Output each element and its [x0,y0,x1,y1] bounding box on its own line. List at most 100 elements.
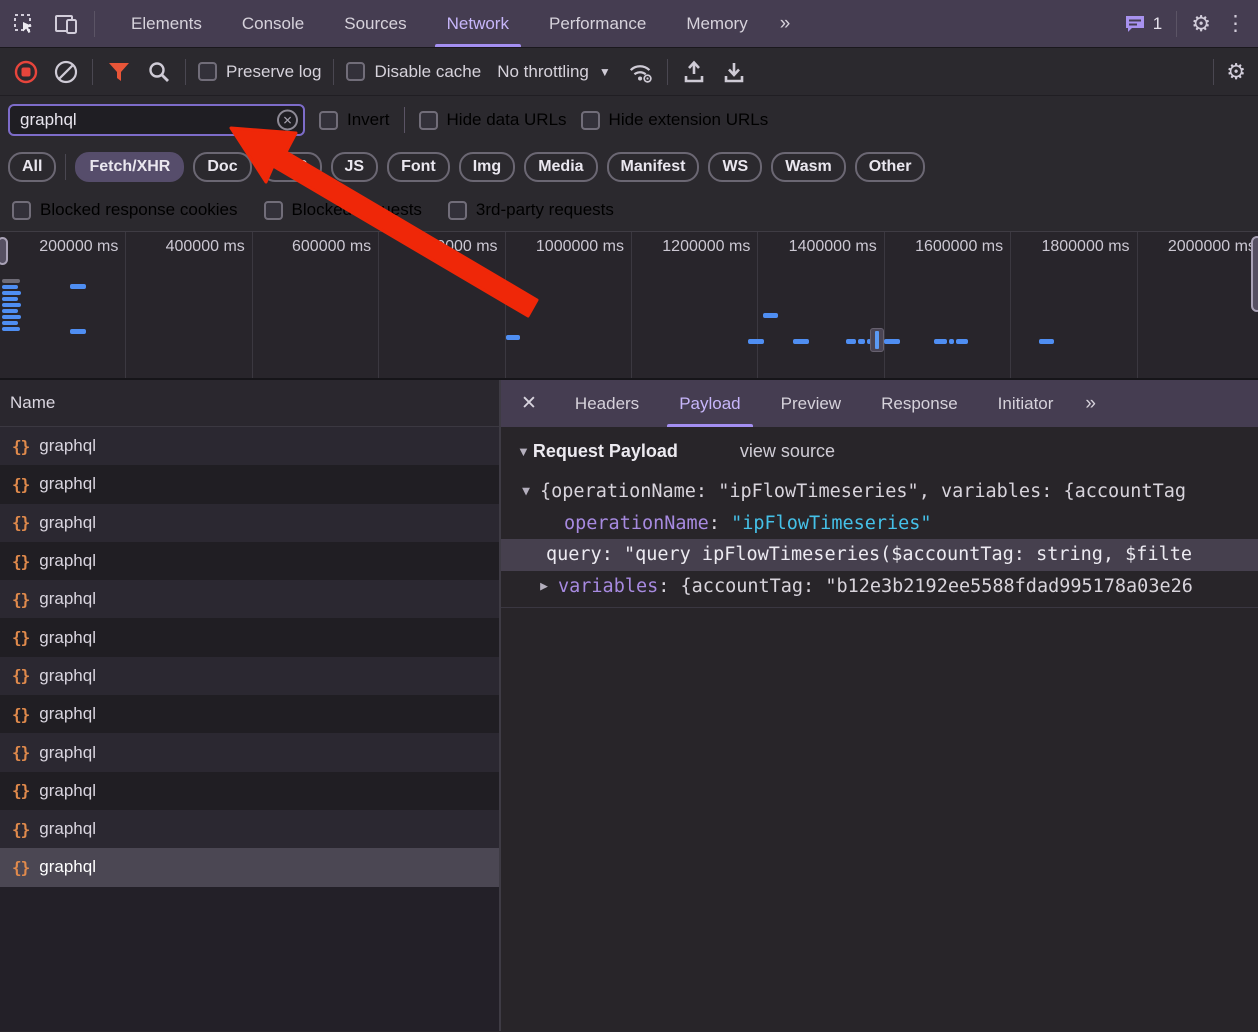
collapse-triangle-icon[interactable]: ▼ [517,444,530,459]
type-chip-manifest[interactable]: Manifest [607,152,700,182]
tab-performance[interactable]: Performance [529,0,666,47]
payload-preview-line[interactable]: ▼ {operationName: "ipFlowTimeseries", va… [501,476,1258,508]
detail-tab-response[interactable]: Response [861,380,978,427]
blocked-response-cookies-label: Blocked response cookies [40,200,238,220]
request-row[interactable]: {}graphql [0,810,499,848]
request-row[interactable]: {}graphql [0,427,499,465]
collapse-triangle-icon[interactable]: ▼ [515,484,537,499]
tab-elements[interactable]: Elements [111,0,222,47]
clear-filter-icon[interactable]: ✕ [277,110,298,131]
invert-checkbox[interactable]: Invert [319,110,390,130]
name-column-header[interactable]: Name [0,380,499,427]
checkbox-box[interactable] [419,111,438,130]
checkbox-box[interactable] [264,201,283,220]
detail-tab-preview[interactable]: Preview [761,380,861,427]
record-network-log-button[interactable] [12,58,40,86]
preserve-log-checkbox[interactable]: Preserve log [198,62,321,82]
detail-more-tabs-icon[interactable]: » [1073,380,1110,427]
blocked-requests-checkbox[interactable]: Blocked requests [264,200,422,220]
type-chip-fetch-xhr[interactable]: Fetch/XHR [75,152,184,182]
payload-operation-line[interactable]: operationName: "ipFlowTimeseries" [501,508,1258,540]
settings-gear-icon[interactable]: ⚙ [1191,13,1211,35]
json-request-icon: {} [12,781,29,800]
checkbox-box[interactable] [448,201,467,220]
tab-memory[interactable]: Memory [666,0,767,47]
search-icon[interactable] [145,58,173,86]
checkbox-box[interactable] [319,111,338,130]
type-chip-media[interactable]: Media [524,152,597,182]
type-chip-wasm[interactable]: Wasm [771,152,846,182]
overview-left-handle[interactable] [0,237,8,265]
close-detail-icon[interactable]: ✕ [501,380,555,427]
filter-funnel-icon[interactable] [105,58,133,86]
more-tabs-icon[interactable]: » [768,0,805,47]
request-row[interactable]: {}graphql [0,618,499,656]
overview-request-bar [2,327,20,331]
type-chip-font[interactable]: Font [387,152,450,182]
overview-request-bar [884,339,900,344]
throttling-select[interactable]: No throttling ▼ [493,62,615,82]
key-separator: : [709,513,731,534]
request-row[interactable]: {}graphql [0,504,499,542]
tab-console[interactable]: Console [222,0,324,47]
hide-data-urls-checkbox[interactable]: Hide data URLs [419,110,567,130]
network-overview-timeline[interactable]: 200000 ms400000 ms600000 ms800000 ms1000… [0,231,1258,380]
tab-sources[interactable]: Sources [324,0,426,47]
request-row[interactable]: {}graphql [0,465,499,503]
request-name: graphql [39,513,96,533]
view-source-link[interactable]: view source [740,441,835,462]
detail-tab-initiator[interactable]: Initiator [978,380,1074,427]
request-row[interactable]: {}graphql [0,772,499,810]
issues-button[interactable]: 1 [1124,14,1162,34]
request-row[interactable]: {}graphql [0,542,499,580]
disable-cache-checkbox[interactable]: Disable cache [346,62,481,82]
payload-query-line[interactable]: query: "query ipFlowTimeseries($accountT… [501,539,1258,571]
filter-input-box: ✕ [8,104,305,136]
inspect-element-icon[interactable] [10,10,38,38]
tab-network[interactable]: Network [427,0,529,47]
expand-triangle-icon[interactable]: ▶ [533,579,555,594]
checkbox-box[interactable] [346,62,365,81]
clear-network-log-button[interactable] [52,58,80,86]
network-conditions-icon[interactable] [627,58,655,86]
import-har-icon[interactable] [680,58,708,86]
divider [1176,11,1177,37]
third-party-requests-checkbox[interactable]: 3rd-party requests [448,200,614,220]
network-settings-gear-icon[interactable]: ⚙ [1226,61,1246,83]
request-row[interactable]: {}graphql [0,848,499,886]
request-row[interactable]: {}graphql [0,657,499,695]
hide-extension-urls-checkbox[interactable]: Hide extension URLs [581,110,769,130]
payload-variables-line[interactable]: ▶ variables: {accountTag: "b12e3b2192ee5… [501,571,1258,603]
type-chip-js[interactable]: JS [331,152,379,182]
checkbox-box[interactable] [12,201,31,220]
blocked-response-cookies-checkbox[interactable]: Blocked response cookies [12,200,238,220]
filter-input[interactable] [8,104,305,136]
overview-request-bar [2,303,21,307]
overview-selected-request-bar [875,331,879,349]
overview-request-bar [506,335,520,340]
request-row[interactable]: {}graphql [0,733,499,771]
more-menu-icon[interactable]: ⋮ [1225,13,1246,34]
device-toolbar-icon[interactable] [52,10,80,38]
type-chip-other[interactable]: Other [855,152,926,182]
devtools-top-bar: ElementsConsoleSourcesNetworkPerformance… [0,0,1258,48]
divider [667,59,668,85]
export-har-icon[interactable] [720,58,748,86]
type-chip-img[interactable]: Img [459,152,515,182]
detail-tab-headers[interactable]: Headers [555,380,659,427]
type-chip-doc[interactable]: Doc [193,152,251,182]
checkbox-box[interactable] [581,111,600,130]
chevron-down-icon: ▼ [599,65,611,79]
detail-tab-payload[interactable]: Payload [659,380,760,427]
type-chip-all[interactable]: All [8,152,56,182]
type-chip-css[interactable]: CSS [261,152,322,182]
network-main-area: Name {}graphql{}graphql{}graphql{}graphq… [0,380,1258,1031]
invert-label: Invert [347,110,390,130]
request-row[interactable]: {}graphql [0,580,499,618]
json-request-icon: {} [12,590,29,609]
overview-request-bar [793,339,809,344]
request-row[interactable]: {}graphql [0,695,499,733]
checkbox-box[interactable] [198,62,217,81]
type-chip-ws[interactable]: WS [708,152,762,182]
overview-right-handle[interactable] [1251,236,1258,312]
